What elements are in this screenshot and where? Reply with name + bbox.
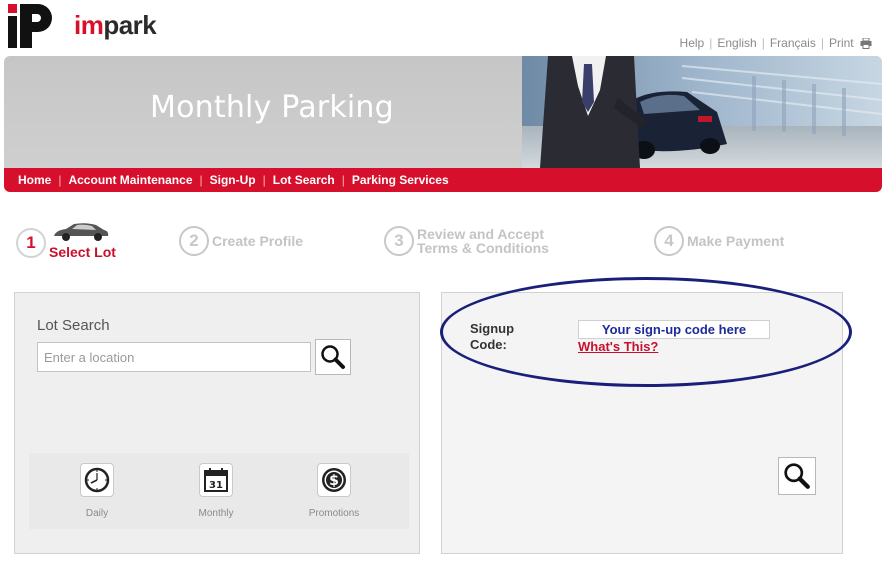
nav-separator: | (341, 173, 345, 187)
step-label-line1: Review and Accept (417, 226, 545, 242)
print-link[interactable]: Print (829, 36, 872, 50)
link-separator: | (761, 36, 765, 50)
nav-home[interactable]: Home (18, 173, 51, 187)
signup-code-label: Signup Code: (470, 321, 514, 353)
nav-separator: | (262, 173, 266, 187)
banner-photo (522, 56, 882, 168)
calendar-day: 31 (209, 480, 223, 491)
top-links: Help | English | Français | Print (680, 36, 872, 50)
step-number: 1 (16, 228, 46, 258)
lot-search-button[interactable] (315, 339, 351, 375)
clock-icon (84, 467, 110, 493)
calendar-icon: 31 (204, 468, 228, 492)
nav-account-maintenance[interactable]: Account Maintenance (68, 173, 192, 187)
brand-im: im (74, 10, 104, 40)
nav-lot-search[interactable]: Lot Search (273, 173, 335, 187)
tile-label: Monthly (198, 508, 234, 519)
step-review-terms: 3 Review and Accept Terms & Conditions (384, 226, 549, 256)
nav-separator: | (58, 173, 62, 187)
nav-parking-services[interactable]: Parking Services (352, 173, 449, 187)
help-link[interactable]: Help (680, 36, 705, 50)
link-separator: | (709, 36, 713, 50)
lot-search-panel: Lot Search Daily 31 (14, 292, 420, 554)
signup-label-line1: Signup (470, 321, 515, 336)
lot-search-title: Lot Search (37, 317, 110, 334)
search-icon (321, 345, 345, 369)
search-icon (784, 463, 810, 489)
nav-separator: | (199, 173, 203, 187)
brand-wordmark: impark (74, 10, 157, 41)
impark-logo-icon (8, 4, 52, 48)
francais-link[interactable]: Français (770, 36, 816, 50)
step-label: Select Lot (49, 244, 116, 260)
nav-sign-up[interactable]: Sign-Up (210, 173, 256, 187)
step-make-payment: 4 Make Payment (654, 226, 784, 256)
tile-promotions[interactable]: $ Promotions (294, 463, 374, 519)
brand-park: park (103, 10, 157, 40)
step-number: 3 (384, 226, 414, 256)
banner-title: Monthly Parking (150, 90, 394, 125)
step-label: Review and Accept Terms & Conditions (417, 227, 549, 255)
step-label: Create Profile (212, 233, 304, 249)
print-label: Print (828, 36, 854, 50)
main-nav: Home | Account Maintenance | Sign-Up | L… (4, 168, 882, 192)
svg-text:$: $ (329, 473, 339, 489)
whats-this-link[interactable]: What's This? (578, 339, 658, 354)
tile-label: Promotions (308, 508, 360, 519)
location-input[interactable] (37, 342, 311, 372)
step-select-lot: 1 Select Lot (16, 227, 116, 259)
signup-search-button[interactable] (778, 457, 816, 495)
step-label-line2: Terms & Conditions (417, 240, 549, 256)
step-label: Make Payment (687, 233, 785, 249)
signup-label-line2: Code: (470, 337, 507, 352)
english-link[interactable]: English (717, 36, 756, 50)
signup-code-panel: Signup Code: What's This? (441, 292, 843, 554)
step-number: 2 (179, 226, 209, 256)
dollar-icon: $ (322, 468, 346, 492)
tile-label: Daily (85, 508, 109, 519)
tile-daily[interactable]: Daily (57, 463, 137, 519)
step-number: 4 (654, 226, 684, 256)
page-banner: Monthly Parking (4, 56, 882, 168)
printer-icon (860, 38, 872, 50)
tile-monthly[interactable]: 31 Monthly (176, 463, 256, 519)
step-create-profile: 2 Create Profile (179, 226, 303, 256)
signup-code-input[interactable] (578, 320, 770, 339)
link-separator: | (820, 36, 824, 50)
